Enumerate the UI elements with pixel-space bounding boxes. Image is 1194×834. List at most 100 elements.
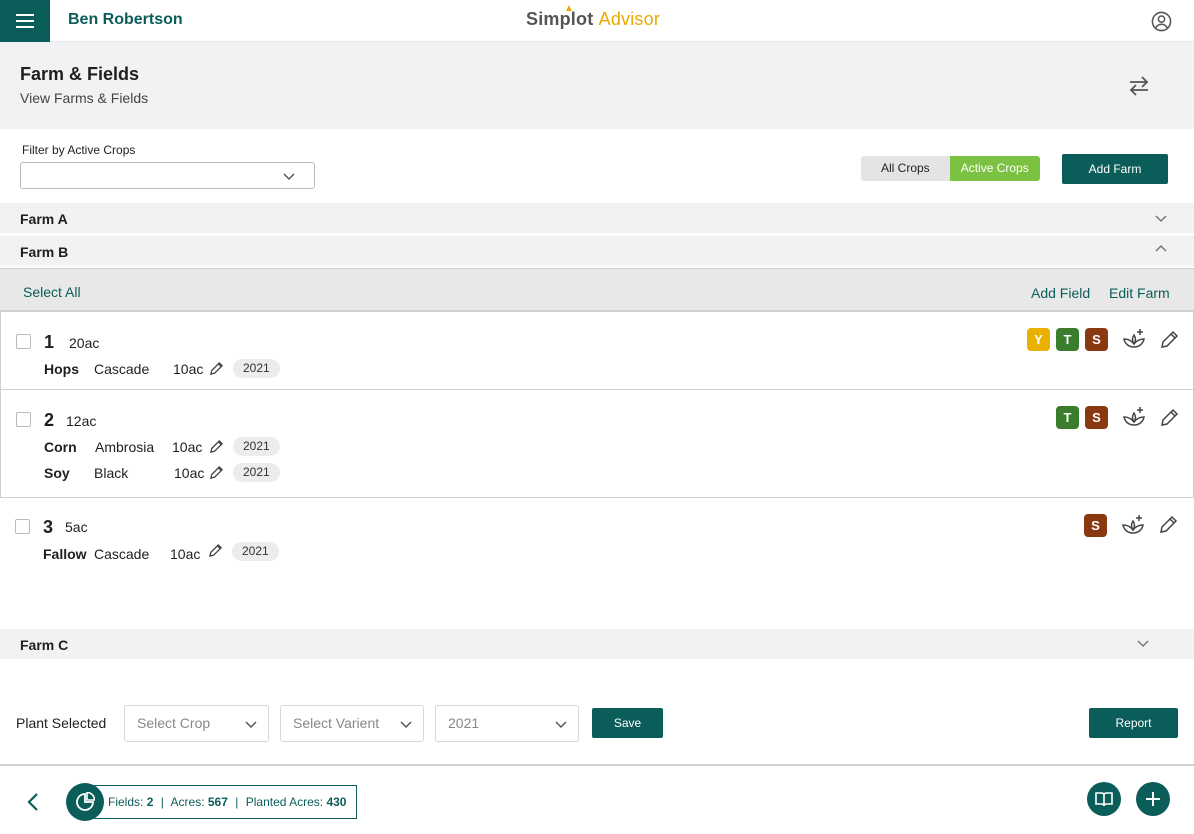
field-checkbox[interactable] [16, 412, 31, 427]
pencil-icon[interactable] [209, 361, 224, 376]
edit-farm-link[interactable]: Edit Farm [1109, 285, 1170, 301]
book-icon [1095, 792, 1113, 807]
page-subtitle: View Farms & Fields [20, 90, 149, 106]
pencil-icon[interactable] [208, 543, 223, 558]
app-logo: ▲ Simplot Advisor [526, 3, 660, 30]
select-variety-placeholder: Select Varient [293, 715, 380, 731]
select-crop-dropdown[interactable]: Select Crop [124, 705, 269, 742]
farm-row-c[interactable]: Farm C [0, 629, 1194, 659]
chevron-down-icon [555, 721, 567, 729]
field-number: 2 [44, 410, 55, 430]
all-crops-toggle[interactable]: All Crops [861, 156, 950, 181]
stats-summary: Fields: 2 | Acres: 567 | Planted Acres: … [90, 785, 358, 819]
report-button[interactable]: Report [1089, 708, 1178, 738]
farm-name: Farm C [20, 637, 69, 653]
edit-icon[interactable] [1159, 330, 1179, 350]
fields-value: 2 [146, 795, 154, 809]
badge-s[interactable]: S [1085, 328, 1108, 351]
acres-label: Acres: [170, 795, 205, 809]
badge-s[interactable]: S [1084, 514, 1107, 537]
chevron-down-icon [283, 173, 295, 181]
field-row: 2 12ac Corn Ambrosia 10ac 2021 Soy Black… [0, 389, 1194, 498]
field-acres: 5ac [65, 519, 88, 535]
year-pill: 2021 [233, 463, 280, 482]
user-name[interactable]: Ben Robertson [68, 11, 183, 29]
plus-icon [1146, 792, 1160, 806]
chevron-down-icon [400, 721, 412, 729]
plant-add-icon[interactable] [1122, 405, 1146, 429]
top-bar: Ben Robertson ▲ Simplot Advisor [0, 0, 1194, 42]
chevron-down-icon[interactable] [1136, 636, 1150, 650]
footer-bar: Fields: 2 | Acres: 567 | Planted Acres: … [0, 764, 1194, 834]
plant-selected-label: Plant Selected [16, 715, 107, 731]
field-number: 1 [44, 332, 55, 352]
menu-button[interactable] [0, 0, 50, 42]
farm-row-a[interactable]: Farm A [0, 203, 1194, 233]
crop-acres: 10ac [172, 439, 203, 455]
swap-icon[interactable] [1126, 74, 1152, 98]
select-variety-dropdown[interactable]: Select Varient [280, 705, 424, 742]
fields-label: Fields: [108, 795, 144, 809]
crop-name: Hops [44, 361, 79, 377]
pencil-icon[interactable] [209, 465, 224, 480]
field-checkbox[interactable] [15, 519, 30, 534]
field-row: 3 5ac Fallow Cascade 10ac 2021 S [0, 498, 1194, 628]
year-pill: 2021 [233, 359, 280, 378]
save-button[interactable]: Save [592, 708, 663, 738]
planted-acres-label: Planted Acres: [245, 795, 324, 809]
chevron-down-icon [245, 721, 257, 729]
crop-name: Corn [44, 439, 77, 455]
crop-acres: 10ac [173, 361, 204, 377]
back-icon[interactable] [24, 792, 42, 812]
crop-variety: Cascade [94, 361, 150, 377]
field-acres: 12ac [66, 413, 97, 429]
stats-button[interactable] [66, 783, 104, 821]
pie-chart-icon [76, 792, 95, 811]
badge-t[interactable]: T [1056, 328, 1079, 351]
farm-name: Farm A [20, 211, 68, 227]
year-pill: 2021 [232, 542, 279, 561]
planted-acres-value: 430 [326, 795, 347, 809]
add-button[interactable] [1136, 782, 1170, 816]
menu-icon [16, 14, 34, 28]
acres-value: 567 [207, 795, 228, 809]
farm-toolbar: Select All Add Field Edit Farm [0, 268, 1194, 311]
select-year-value: 2021 [448, 715, 480, 731]
farm-row-b[interactable]: Farm B [0, 236, 1194, 266]
farm-name: Farm B [20, 244, 69, 260]
active-crops-toggle[interactable]: Active Crops [949, 156, 1040, 181]
select-year-dropdown[interactable]: 2021 [435, 705, 579, 742]
crop-name: Soy [44, 465, 70, 481]
field-acres: 20ac [69, 335, 100, 351]
badge-t[interactable]: T [1056, 406, 1079, 429]
filter-label: Filter by Active Crops [22, 143, 136, 157]
field-number: 3 [43, 517, 54, 537]
plant-add-icon[interactable] [1122, 327, 1146, 351]
page-title: Farm & Fields [20, 64, 140, 84]
account-icon[interactable] [1151, 11, 1172, 32]
field-row: 1 20ac Hops Cascade 10ac 2021 Y T S [0, 311, 1194, 390]
crop-acres: 10ac [174, 465, 205, 481]
badge-y[interactable]: Y [1027, 328, 1050, 351]
pencil-icon[interactable] [209, 439, 224, 454]
logo-text-simplot: Simplot [526, 9, 594, 29]
filter-active-crops-select[interactable] [20, 162, 315, 189]
book-button[interactable] [1087, 782, 1121, 816]
year-pill: 2021 [233, 437, 280, 456]
select-all-link[interactable]: Select All [23, 284, 81, 300]
add-farm-button[interactable]: Add Farm [1062, 154, 1168, 184]
crop-acres: 10ac [170, 546, 201, 562]
field-checkbox[interactable] [16, 334, 31, 349]
crop-toggle: All Crops Active Crops [861, 156, 1040, 181]
edit-icon[interactable] [1159, 408, 1179, 428]
badge-s[interactable]: S [1085, 406, 1108, 429]
edit-icon[interactable] [1158, 515, 1178, 535]
crop-variety: Ambrosia [95, 439, 155, 455]
plant-add-icon[interactable] [1121, 513, 1145, 537]
select-crop-placeholder: Select Crop [137, 715, 211, 731]
chevron-up-icon[interactable] [1154, 242, 1168, 256]
chevron-down-icon[interactable] [1154, 211, 1168, 225]
crop-name: Fallow [43, 546, 87, 562]
crown-icon: ▲ [564, 3, 575, 14]
add-field-link[interactable]: Add Field [1031, 285, 1090, 301]
